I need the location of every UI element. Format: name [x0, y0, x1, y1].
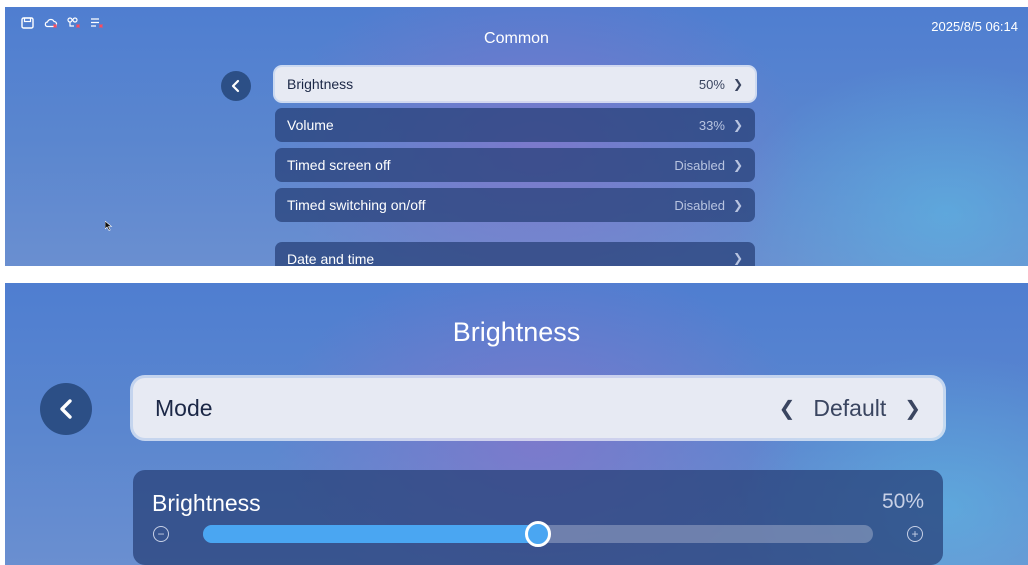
page-title: Common — [484, 30, 549, 47]
brightness-slider[interactable] — [203, 521, 873, 547]
save-icon — [21, 16, 34, 29]
setting-item-volume[interactable]: Volume 33% ❯ — [275, 108, 755, 142]
list-error-icon — [90, 16, 103, 28]
mode-prev-button[interactable]: ❮ — [779, 396, 796, 421]
brightness-card: Brightness 50% − + — [133, 470, 943, 565]
sync-error-icon — [67, 16, 80, 28]
setting-item-brightness[interactable]: Brightness 50% ❯ — [275, 67, 755, 101]
page-title: Brightness — [452, 317, 581, 347]
mode-next-button[interactable]: ❯ — [904, 396, 921, 421]
mode-value: Default — [813, 394, 887, 421]
chevron-right-icon: ❯ — [732, 251, 743, 265]
common-settings-panel: 2025/8/5 06:14 Common Brightness 50% ❯ V… — [5, 7, 1028, 266]
setting-item-label: Brightness — [287, 76, 354, 92]
increase-brightness-icon[interactable]: + — [907, 526, 923, 542]
chevron-right-icon: ❯ — [732, 158, 743, 172]
back-button[interactable] — [40, 383, 92, 435]
chevron-right-icon: ❯ — [732, 118, 743, 132]
chevron-right-icon: ❯ — [732, 77, 743, 91]
setting-item-value: 33% — [698, 117, 725, 133]
brightness-label: Brightness — [152, 490, 261, 516]
setting-item-value: Disabled — [674, 197, 725, 213]
chevron-right-icon: ❯ — [732, 198, 743, 212]
setting-item-date-and-time[interactable]: Date and time ❯ — [275, 242, 755, 266]
setting-item-value: 50% — [698, 76, 725, 92]
mouse-cursor-icon — [105, 221, 113, 231]
status-icons — [21, 16, 103, 29]
setting-item-timed-screen-off[interactable]: Timed screen off Disabled ❯ — [275, 148, 755, 182]
mode-label: Mode — [155, 394, 213, 421]
setting-item-value: Disabled — [674, 157, 725, 173]
cloud-error-icon — [44, 16, 58, 28]
brightness-settings-panel: Brightness Mode ❮ Default ❯ Brightness 5… — [5, 283, 1028, 565]
back-button[interactable] — [221, 71, 251, 101]
chevron-left-icon — [60, 399, 72, 419]
setting-item-label: Date and time — [287, 251, 375, 266]
setting-item-label: Volume — [287, 117, 334, 133]
brightness-slider-fill — [203, 525, 538, 543]
setting-item-label: Timed screen off — [287, 157, 391, 173]
decrease-brightness-icon[interactable]: − — [153, 526, 169, 542]
setting-item-label: Timed switching on/off — [287, 197, 426, 213]
mode-selector[interactable]: Mode ❮ Default ❯ — [133, 378, 943, 438]
brightness-slider-thumb[interactable] — [525, 521, 551, 547]
chevron-left-icon — [231, 79, 240, 93]
setting-item-timed-switching[interactable]: Timed switching on/off Disabled ❯ — [275, 188, 755, 222]
brightness-value: 50% — [881, 490, 924, 513]
